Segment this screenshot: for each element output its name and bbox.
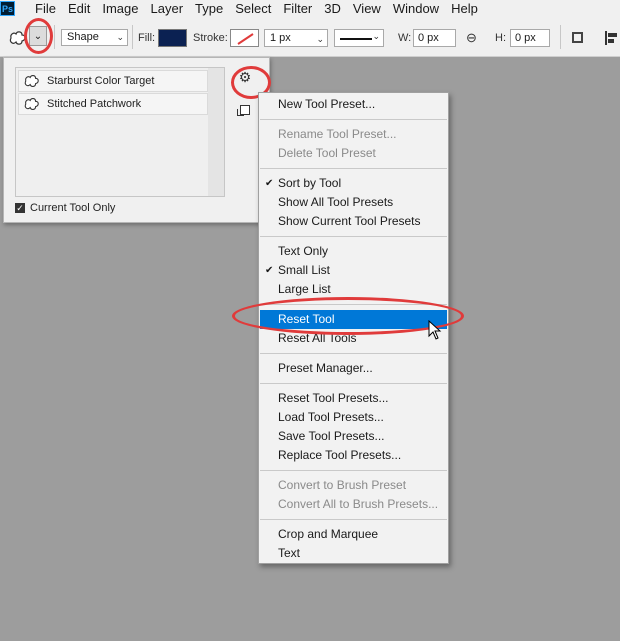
stroke-type-select[interactable]: ⌄ (334, 29, 384, 47)
menu-separator (260, 304, 447, 305)
menu-item-preset-manager[interactable]: Preset Manager... (260, 359, 447, 378)
menu-filter[interactable]: Filter (277, 0, 318, 17)
menu-separator (260, 236, 447, 237)
new-preset-icon[interactable] (237, 105, 250, 116)
menu-item-rename-tool-preset: Rename Tool Preset... (278, 127, 397, 141)
scrollbar[interactable] (208, 68, 224, 196)
width-label: W: (398, 32, 412, 44)
chevron-down-icon: ⌄ (116, 32, 124, 42)
divider (54, 25, 55, 49)
custom-shape-icon (24, 75, 39, 87)
menu-item-show-current-tool-presets[interactable]: Show Current Tool Presets (260, 212, 447, 231)
current-tool-only-checkbox[interactable]: ✓ Current Tool Only (15, 202, 115, 214)
tool-mode-select[interactable]: Shape ⌄ (61, 29, 128, 46)
stroke-width-value: 1 px (270, 32, 291, 44)
menu-item-crop-and-marquee[interactable]: Crop and Marquee (260, 525, 447, 544)
menu-item-reset-tool-presets[interactable]: Reset Tool Presets... (260, 389, 447, 408)
divider (132, 25, 133, 49)
path-operations-icon[interactable] (572, 32, 583, 43)
menu-window[interactable]: Window (387, 0, 445, 17)
gear-icon[interactable]: ⚙ (234, 68, 256, 86)
chevron-down-icon: ⌄ (33, 30, 43, 42)
menu-item-delete-tool-preset: Delete Tool Preset (278, 146, 376, 160)
menu-separator (260, 353, 447, 354)
mouse-cursor-icon (428, 320, 442, 340)
link-icon[interactable]: ⊖ (466, 30, 477, 46)
menu-type[interactable]: Type (189, 0, 229, 17)
menu-separator (260, 470, 447, 471)
menu-help[interactable]: Help (445, 0, 484, 17)
preset-item-label: Stitched Patchwork (47, 98, 142, 110)
preset-list-area: Starburst Color Target Stitched Patchwor… (16, 68, 209, 196)
menu-item-small-list[interactable]: ✔ Small List (260, 261, 447, 280)
no-color-icon (237, 33, 254, 45)
width-input[interactable]: 0 px (413, 29, 456, 47)
menu-item-large-list[interactable]: Large List (260, 280, 447, 299)
current-tool-only-label: Current Tool Only (30, 202, 116, 214)
photoshop-logo: Ps (0, 1, 15, 16)
menu-item-show-all-tool-presets[interactable]: Show All Tool Presets (260, 193, 447, 212)
tool-preset-panel: Starburst Color Target Stitched Patchwor… (3, 57, 271, 223)
menu-separator (260, 519, 447, 520)
preset-item-label: Starburst Color Target (47, 75, 155, 87)
chevron-down-icon: ⌄ (316, 34, 324, 44)
menu-separator (260, 119, 447, 120)
chevron-down-icon: ⌄ (372, 31, 380, 41)
menu-bar: Ps File Edit Image Layer Type Select Fil… (0, 0, 620, 17)
stroke-label: Stroke: (193, 32, 228, 44)
path-alignment-icon[interactable] (604, 31, 618, 45)
check-icon: ✔ (265, 265, 274, 276)
menu-3d[interactable]: 3D (318, 0, 347, 17)
menu-view[interactable]: View (347, 0, 387, 17)
divider (560, 25, 561, 49)
menu-item-text[interactable]: Text (260, 544, 447, 563)
stroke-color-swatch[interactable] (230, 29, 259, 47)
menu-edit[interactable]: Edit (62, 0, 96, 17)
height-label: H: (495, 32, 506, 44)
stroke-width-field[interactable]: 1 px ⌄ (264, 29, 328, 47)
checkbox-check-icon: ✓ (15, 203, 25, 213)
menu-item-new-tool-preset[interactable]: New Tool Preset... (260, 95, 447, 114)
tool-mode-value: Shape (67, 31, 99, 43)
menu-image[interactable]: Image (96, 0, 144, 17)
preset-item[interactable]: Starburst Color Target (18, 70, 208, 92)
height-input[interactable]: 0 px (510, 29, 550, 47)
check-icon: ✔ (265, 178, 274, 189)
options-bar: ⌄ Shape ⌄ Fill: Stroke: 1 px ⌄ ⌄ W: 0 px… (0, 17, 620, 57)
menu-file[interactable]: File (29, 0, 62, 17)
menu-item-sort-by-tool[interactable]: ✔ Sort by Tool (260, 174, 447, 193)
menu-separator (260, 383, 447, 384)
custom-shape-tool-icon[interactable] (8, 29, 28, 47)
fill-label: Fill: (138, 32, 156, 44)
tool-preset-picker-button[interactable]: ⌄ (29, 26, 47, 46)
menu-item-convert-to-brush-preset: Convert to Brush Preset (278, 478, 407, 492)
fill-color-swatch[interactable] (158, 29, 187, 47)
menu-item-load-tool-presets[interactable]: Load Tool Presets... (260, 408, 447, 427)
menu-item-reset-tool[interactable]: Reset Tool (260, 310, 447, 329)
preset-list: Starburst Color Target Stitched Patchwor… (15, 67, 225, 197)
menu-select[interactable]: Select (229, 0, 277, 17)
preset-item[interactable]: Stitched Patchwork (18, 93, 208, 115)
menu-item-save-tool-presets[interactable]: Save Tool Presets... (260, 427, 447, 446)
menu-item-replace-tool-presets[interactable]: Replace Tool Presets... (260, 446, 447, 465)
menu-separator (260, 168, 447, 169)
menu-item-convert-all-to-brush-presets: Convert All to Brush Presets... (278, 497, 439, 511)
custom-shape-icon (24, 98, 39, 110)
menu-item-text-only[interactable]: Text Only (260, 242, 447, 261)
preset-panel-menu: New Tool Preset... Rename Tool Preset...… (258, 92, 449, 564)
menu-item-reset-all-tools[interactable]: Reset All Tools (260, 329, 447, 348)
solid-line-icon (340, 38, 372, 40)
menu-layer[interactable]: Layer (145, 0, 190, 17)
